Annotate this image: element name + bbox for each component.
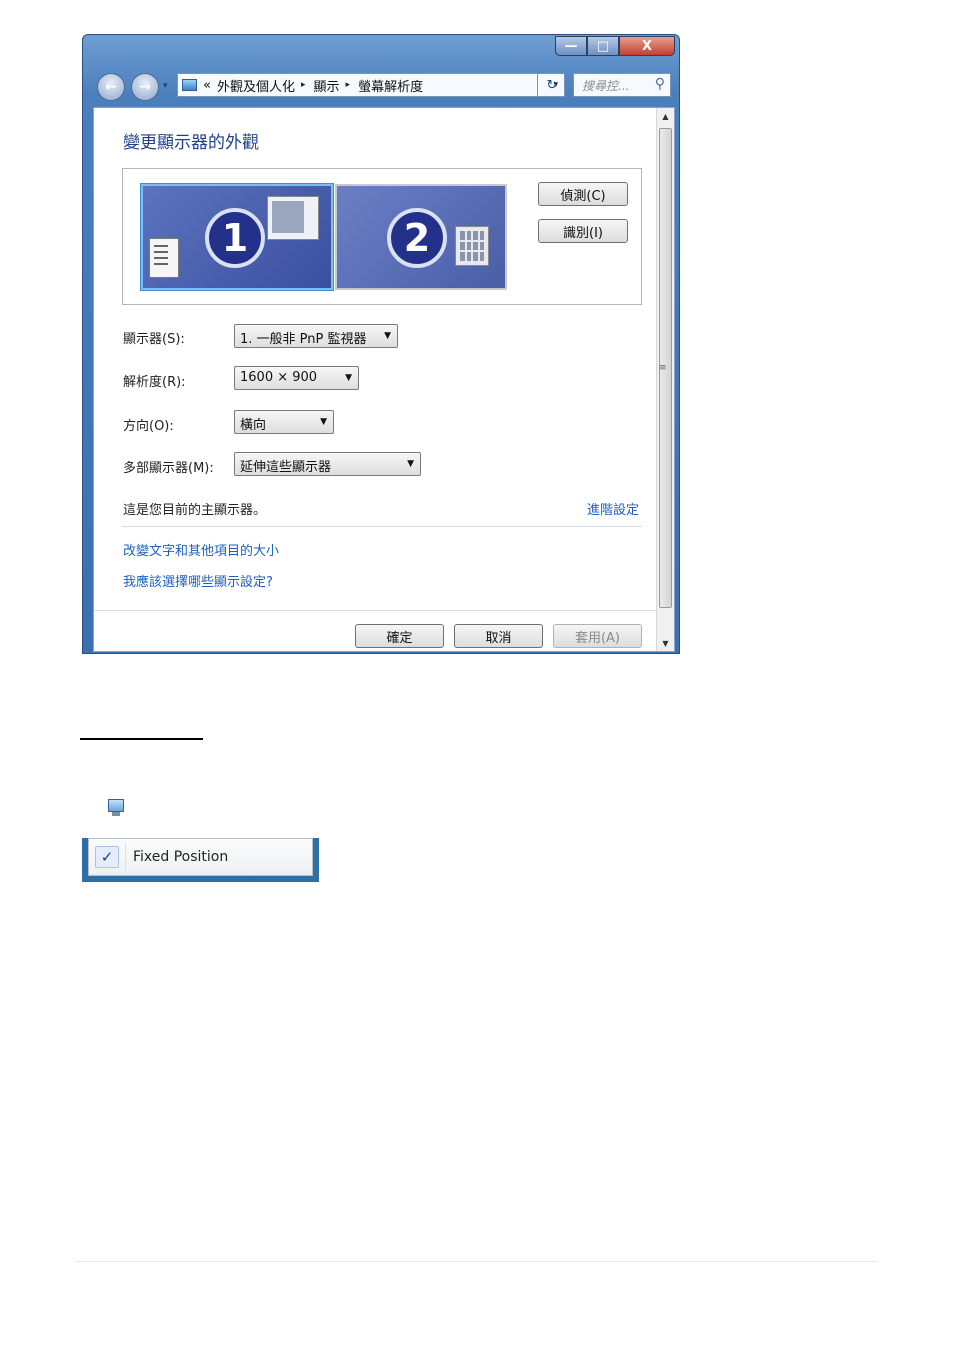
minimize-button[interactable]: — [555, 36, 587, 56]
multiple-displays-label: 多部顯示器(M): [123, 461, 214, 476]
recent-pages-dropdown[interactable]: ▾ [163, 81, 168, 91]
resolution-select[interactable]: 1600 × 900 ▼ [234, 366, 359, 390]
menu-item-fixed-position[interactable]: ✓ Fixed Position [88, 838, 313, 876]
document-window-icon [149, 238, 179, 278]
context-menu: ✓ Fixed Position [82, 838, 319, 882]
search-icon[interactable]: ⚲ [655, 76, 665, 92]
monitor-tray-icon[interactable] [108, 799, 124, 817]
refresh-icon: ↻ [546, 77, 558, 93]
multiple-displays-select[interactable]: 延伸這些顯示器 ▼ [234, 452, 421, 476]
chevron-down-icon: ▼ [345, 373, 352, 383]
ok-button[interactable]: 確定 [355, 624, 444, 648]
forward-button[interactable]: → [131, 73, 159, 101]
monitor-number-badge: 1 [205, 208, 265, 268]
cancel-button[interactable]: 取消 [454, 624, 543, 648]
resolution-select-value: 1600 × 900 [240, 370, 318, 385]
breadcrumb-separator-icon[interactable]: ▸ [346, 80, 351, 90]
breadcrumb-separator-icon[interactable]: ▸ [301, 80, 306, 90]
text-size-link[interactable]: 改變文字和其他項目的大小 [123, 540, 279, 559]
display-help-link[interactable]: 我應該選擇哪些顯示設定? [123, 571, 273, 590]
chevron-down-icon: ▼ [384, 331, 391, 341]
breadcrumb-appearance[interactable]: 外觀及個人化 [217, 76, 295, 95]
scroll-down-icon[interactable]: ▼ [657, 635, 674, 651]
scroll-grip-icon: ≡ [659, 363, 667, 373]
window-thumbnail-icon [267, 196, 319, 240]
navigation-bar: ← → ▾ « 外觀及個人化 ▸ 顯示 ▸ 螢幕解析度 ▾ ↻ 搜尋控... ⚲ [93, 71, 673, 101]
chevron-down-icon: ▼ [320, 417, 327, 427]
primary-display-info: 這是您目前的主顯示器。 [123, 503, 267, 518]
monitor-1-tile[interactable]: 1 [141, 184, 333, 290]
display-select[interactable]: 1. 一般非 PnP 監視器 ▼ [234, 324, 398, 348]
footer-divider [94, 610, 658, 611]
orientation-select[interactable]: 橫向 ▼ [234, 410, 334, 434]
orientation-label: 方向(O): [123, 419, 174, 434]
page-footer-rule [76, 1261, 878, 1262]
close-button[interactable]: X [619, 36, 675, 56]
divider [122, 526, 642, 527]
page-title: 變更顯示器的外觀 [123, 133, 259, 153]
control-panel-icon [182, 79, 197, 91]
display-select-value: 1. 一般非 PnP 監視器 [240, 332, 367, 347]
grid-window-icon [455, 226, 489, 266]
back-arrow-icon: ← [105, 79, 117, 95]
back-button[interactable]: ← [97, 73, 125, 101]
resolution-label: 解析度(R): [123, 375, 186, 390]
scroll-up-icon[interactable]: ▲ [657, 108, 674, 124]
display-label: 顯示器(S): [123, 332, 185, 347]
apply-button[interactable]: 套用(A) [553, 624, 642, 648]
detect-button[interactable]: 偵測(C) [538, 182, 628, 206]
chevron-down-icon: ▼ [407, 459, 414, 469]
menu-gutter-divider [125, 843, 126, 871]
monitor-number-badge: 2 [387, 208, 447, 268]
address-overflow-chevron[interactable]: « [203, 78, 211, 93]
multiple-displays-select-value: 延伸這些顯示器 [240, 460, 332, 475]
display-settings-window: — □ X ← → ▾ « 外觀及個人化 ▸ 顯示 ▸ 螢幕解析度 ▾ ↻ 搜尋… [82, 34, 680, 654]
section-rule [80, 738, 203, 740]
address-bar[interactable]: « 外觀及個人化 ▸ 顯示 ▸ 螢幕解析度 ▾ [177, 73, 565, 97]
maximize-button[interactable]: □ [587, 36, 619, 56]
vertical-scrollbar[interactable]: ▲ ≡ ▼ [656, 108, 674, 651]
caption-buttons: — □ X [555, 36, 675, 56]
menu-item-label: Fixed Position [133, 849, 229, 865]
refresh-button[interactable]: ↻ [537, 73, 566, 97]
orientation-select-value: 橫向 [240, 418, 267, 433]
checkmark-icon: ✓ [95, 846, 119, 868]
forward-arrow-icon: → [139, 79, 151, 95]
breadcrumb-resolution[interactable]: 螢幕解析度 [358, 76, 423, 95]
identify-button[interactable]: 識別(I) [538, 219, 628, 243]
search-placeholder: 搜尋控... [582, 79, 630, 93]
advanced-settings-link[interactable]: 進階設定 [587, 499, 639, 518]
monitor-2-tile[interactable]: 2 [335, 184, 507, 290]
search-input[interactable]: 搜尋控... ⚲ [573, 73, 671, 97]
content-pane: 變更顯示器的外觀 1 2 偵測(C) 識別(I) 顯示器(S): 1. 一般非 … [93, 107, 675, 652]
breadcrumb-display[interactable]: 顯示 [314, 76, 340, 95]
